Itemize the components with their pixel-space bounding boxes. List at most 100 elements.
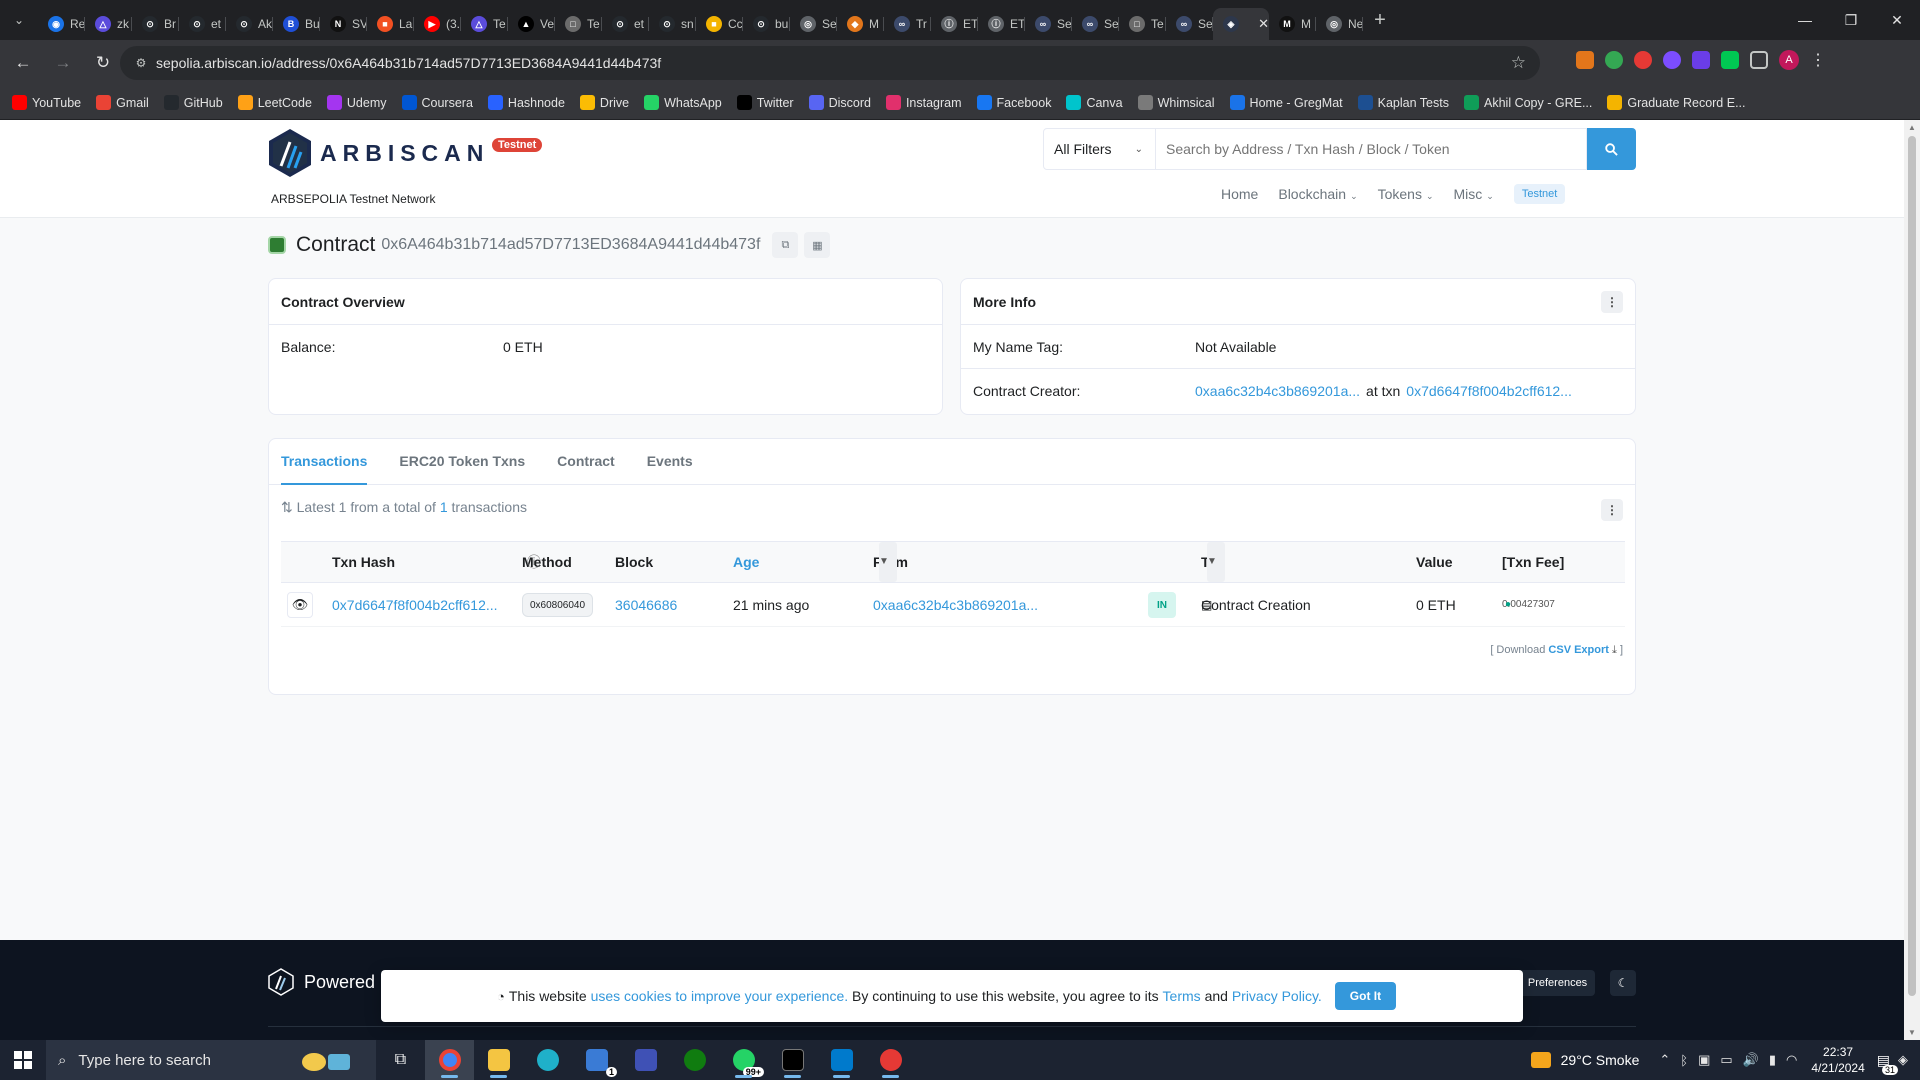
volume-icon[interactable]: 🔊: [1743, 1052, 1759, 1068]
eye-icon[interactable]: 👁: [287, 592, 313, 618]
dark-mode-toggle-icon[interactable]: ☾: [1610, 970, 1636, 996]
minimize-icon[interactable]: —: [1782, 0, 1828, 40]
bookmark-item[interactable]: Twitter: [736, 95, 794, 110]
tab-search-button[interactable]: ⌄: [0, 0, 38, 40]
browser-tab[interactable]: ∞ Se: [1166, 8, 1213, 40]
taskbar-mail[interactable]: 1: [572, 1040, 621, 1080]
bookmark-item[interactable]: Facebook: [976, 95, 1051, 110]
browser-tab[interactable]: ◈ ✕: [1213, 8, 1269, 40]
tab-erc20-token-txns[interactable]: ERC20 Token Txns: [399, 439, 525, 485]
browser-tab[interactable]: N SV: [320, 8, 367, 40]
bookmark-item[interactable]: GitHub: [163, 95, 223, 110]
new-tab-button[interactable]: +: [1363, 0, 1397, 40]
tab-contract[interactable]: Contract: [557, 439, 615, 485]
nav-tokens[interactable]: Tokens ⌄: [1378, 186, 1434, 202]
bookmark-item[interactable]: Whimsical: [1137, 95, 1215, 110]
bookmark-item[interactable]: WhatsApp: [644, 95, 722, 110]
scroll-thumb[interactable]: [1908, 136, 1916, 996]
browser-tab[interactable]: ⊙ et: [602, 8, 649, 40]
more-options-icon[interactable]: ⋮: [1601, 291, 1623, 313]
browser-tab[interactable]: ⓘ ET: [978, 8, 1025, 40]
copilot-icon[interactable]: ◈: [1898, 1052, 1908, 1068]
browser-tab[interactable]: ⊙ Br: [132, 8, 179, 40]
privacy-policy-link[interactable]: Privacy Policy.: [1232, 988, 1322, 1004]
browser-tab[interactable]: ■ Cc: [696, 8, 743, 40]
bookmark-item[interactable]: Gmail: [96, 95, 149, 110]
col-age[interactable]: Age: [733, 542, 759, 582]
taskbar-vscode[interactable]: [817, 1040, 866, 1080]
site-info-icon[interactable]: ⚙: [126, 56, 156, 70]
taskbar-edge[interactable]: [523, 1040, 572, 1080]
browser-tab[interactable]: ◎ Se: [790, 8, 837, 40]
bookmark-star-icon[interactable]: ☆: [1511, 53, 1526, 73]
restore-icon[interactable]: ❐: [1828, 0, 1874, 40]
txn-hash-link[interactable]: 0x7d6647f8f004b2cff612...: [332, 583, 498, 626]
extension-icon-violet[interactable]: [1692, 51, 1710, 69]
scroll-up-icon[interactable]: ▲: [1908, 123, 1916, 132]
bookmark-item[interactable]: Home - GregMat: [1229, 95, 1343, 110]
bookmark-item[interactable]: Hashnode: [487, 95, 565, 110]
taskbar-terminal[interactable]: [768, 1040, 817, 1080]
browser-tab[interactable]: ∞ Se: [1025, 8, 1072, 40]
taskbar-xbox[interactable]: [670, 1040, 719, 1080]
meet-now-icon[interactable]: ▣: [1698, 1052, 1710, 1068]
from-address-link[interactable]: 0xaa6c32b4c3b869201a...: [873, 583, 1038, 626]
browser-tab[interactable]: ∞ Tr: [884, 8, 931, 40]
weather-widget[interactable]: 29°C Smoke: [1530, 1052, 1639, 1068]
nav-blockchain[interactable]: Blockchain ⌄: [1278, 186, 1357, 202]
wifi-icon[interactable]: ◠: [1786, 1052, 1797, 1068]
browser-tab[interactable]: ◉ Re: [38, 8, 85, 40]
forward-icon[interactable]: →: [46, 46, 80, 80]
close-window-icon[interactable]: ✕: [1874, 0, 1920, 40]
search-button[interactable]: [1587, 128, 1636, 170]
show-hidden-icons[interactable]: ⌃: [1659, 1052, 1670, 1068]
notifications-icon[interactable]: ▤ 31: [1877, 1052, 1898, 1075]
nav-home[interactable]: Home: [1221, 186, 1258, 202]
nav-misc[interactable]: Misc ⌄: [1454, 186, 1494, 202]
browser-tab[interactable]: ⊙ sn: [649, 8, 696, 40]
search-input[interactable]: [1156, 128, 1587, 170]
info-icon[interactable]: ⓘ: [527, 542, 541, 582]
taskbar-chrome[interactable]: [425, 1040, 474, 1080]
browser-tab[interactable]: B Bu: [273, 8, 320, 40]
taskbar-whatsapp[interactable]: 99+: [719, 1040, 768, 1080]
metamask-extension-icon[interactable]: [1576, 51, 1594, 69]
browser-tab[interactable]: △ zk: [85, 8, 132, 40]
browser-tab[interactable]: ⊙ et: [179, 8, 226, 40]
profile-avatar[interactable]: A: [1779, 50, 1799, 70]
extension-icon-red[interactable]: [1634, 51, 1652, 69]
url-text[interactable]: sepolia.arbiscan.io/address/0x6A464b31b7…: [156, 55, 661, 71]
tab-events[interactable]: Events: [647, 439, 693, 485]
bookmark-item[interactable]: Coursera: [401, 95, 473, 110]
nav-testnet-pill[interactable]: Testnet: [1513, 184, 1566, 204]
table-options-icon[interactable]: ⋮: [1601, 499, 1623, 521]
browser-tab[interactable]: ⓘ ET: [931, 8, 978, 40]
battery-icon[interactable]: ▮: [1769, 1052, 1776, 1068]
bookmark-item[interactable]: YouTube: [12, 95, 81, 110]
col-txn-fee[interactable]: [Txn Fee]: [1502, 542, 1564, 582]
bookmark-item[interactable]: Graduate Record E...: [1607, 95, 1746, 110]
bookmark-item[interactable]: Drive: [579, 95, 629, 110]
browser-tab[interactable]: ∞ Se: [1072, 8, 1119, 40]
taskbar-file-explorer[interactable]: [474, 1040, 523, 1080]
browser-tab[interactable]: ■ La: [367, 8, 414, 40]
browser-tab[interactable]: △ Te: [461, 8, 508, 40]
reload-icon[interactable]: ↻: [86, 46, 120, 80]
browser-menu-icon[interactable]: ⋮: [1810, 50, 1826, 70]
csv-export-link[interactable]: CSV Export: [1548, 644, 1609, 656]
bookmark-item[interactable]: Canva: [1066, 95, 1123, 110]
browser-tab[interactable]: □ Te: [1119, 8, 1166, 40]
browser-tab[interactable]: ⊙ bu: [743, 8, 790, 40]
close-tab-icon[interactable]: ✕: [1258, 16, 1269, 32]
bookmark-item[interactable]: Akhil Copy - GRE...: [1464, 95, 1592, 110]
browser-tab[interactable]: ◎ Ne: [1316, 8, 1363, 40]
cookie-policy-link[interactable]: uses cookies to improve your experience.: [591, 988, 849, 1004]
browser-tab[interactable]: ⊙ Ak: [226, 8, 273, 40]
filter-icon[interactable]: ▼: [1207, 542, 1225, 582]
task-view-button[interactable]: ⧉: [376, 1040, 425, 1080]
qr-code-icon[interactable]: ▦: [804, 232, 831, 258]
extension-icon-pen[interactable]: [1721, 51, 1739, 69]
display-icon[interactable]: ▭: [1720, 1052, 1732, 1068]
taskbar-app-red[interactable]: [866, 1040, 915, 1080]
scroll-down-icon[interactable]: ▼: [1908, 1028, 1916, 1037]
